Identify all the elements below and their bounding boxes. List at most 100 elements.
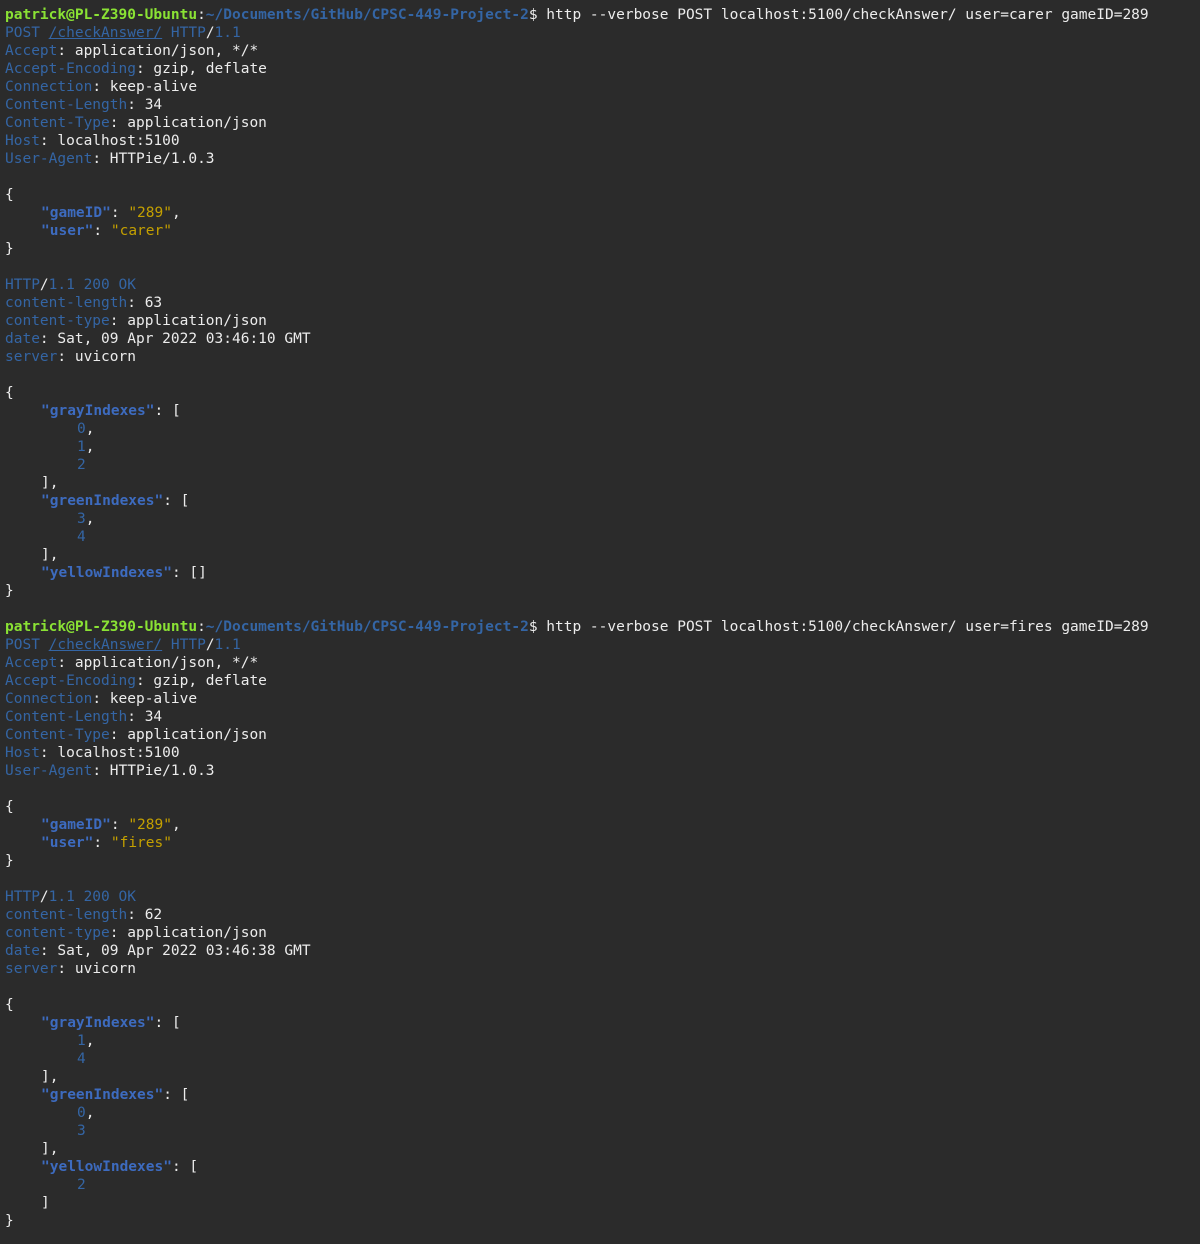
protocol: HTTP (170, 25, 206, 41)
json-array-item: 3, (77, 511, 95, 527)
json-key: "yellowIndexes" (41, 1159, 172, 1175)
header-key: Accept-Encoding (5, 61, 136, 77)
json-number: 2 (77, 1177, 86, 1193)
protocol-slash: / (39, 889, 49, 905)
json-array-item: 0, (77, 1105, 95, 1121)
http-method: POST (5, 25, 40, 41)
json-array-close: ] (41, 1195, 50, 1211)
header-value: Sat, 09 Apr 2022 03:46:38 GMT (57, 943, 311, 959)
header-key: Accept (5, 655, 58, 671)
json-string: "carer" (110, 223, 172, 239)
json-array-open: "yellowIndexes": [ (41, 1159, 199, 1175)
json-array-item: 1, (77, 439, 95, 455)
json-key: "greenIndexes" (41, 1087, 164, 1103)
header-line: content-type: application/json (5, 925, 267, 941)
json-open-brace: { (5, 799, 14, 815)
header-line: User-Agent: HTTPie/1.0.3 (5, 763, 215, 779)
protocol: HTTP (170, 637, 206, 653)
json-number: 4 (77, 1051, 86, 1067)
header-value: Sat, 09 Apr 2022 03:46:10 GMT (57, 331, 311, 347)
json-array-open: "grayIndexes": [ (41, 403, 181, 419)
json-array-open: "greenIndexes": [ (41, 1087, 190, 1103)
json-entry: "gameID": "289", (41, 205, 181, 221)
header-value: application/json, */* (74, 655, 259, 671)
protocol: HTTP (5, 277, 40, 293)
json-close-brace: } (5, 583, 14, 599)
json-empty-array: [] (189, 565, 207, 581)
status-text: 1.1 200 OK (48, 889, 136, 905)
protocol-version: 1.1 (214, 25, 241, 41)
header-line: server: uvicorn (5, 349, 136, 365)
prompt-path: ~/Documents/GitHub/CPSC-449-Project-2 (205, 619, 529, 635)
json-entry: "user": "carer" (41, 223, 172, 239)
protocol-version: 1.1 (214, 637, 241, 653)
json-number: 1 (77, 439, 86, 455)
header-value: 34 (144, 97, 163, 113)
response-status-line: HTTP/1.1 200 OK (5, 888, 1200, 906)
header-key: content-length (5, 295, 128, 311)
json-string: "289" (128, 817, 172, 833)
header-value: localhost:5100 (57, 745, 180, 761)
header-key: Host (5, 745, 40, 761)
json-array-close: ], (41, 1141, 59, 1157)
header-value: HTTPie/1.0.3 (109, 151, 215, 167)
header-value: gzip, deflate (153, 673, 267, 689)
json-array-item: 3 (5, 1122, 1200, 1140)
request-line: POST /checkAnswer/ HTTP/1.1 (5, 636, 1200, 654)
terminal-window[interactable]: patrick@PL-Z390-Ubuntu:~/Documents/GitHu… (0, 0, 1200, 1244)
json-array-close: ], (41, 475, 59, 491)
header-key: server (5, 349, 58, 365)
header-key: content-type (5, 925, 110, 941)
json-entry: "user": "fires" (41, 835, 172, 851)
json-array-item: 4 (5, 528, 1200, 546)
header-line: Accept-Encoding: gzip, deflate (5, 61, 267, 77)
json-close-brace: } (5, 1213, 14, 1229)
json-array-open: "greenIndexes": [ (41, 493, 190, 509)
header-value: 34 (144, 709, 163, 725)
command-text: http --verbose POST localhost:5100/check… (537, 619, 1149, 635)
header-key: date (5, 943, 40, 959)
header-value: application/json (127, 313, 267, 329)
json-number: 3 (77, 511, 86, 527)
header-value: uvicorn (74, 961, 136, 977)
request-path: /checkAnswer/ (48, 637, 163, 653)
header-line: Connection: keep-alive (5, 691, 198, 707)
header-line: date: Sat, 09 Apr 2022 03:46:10 GMT (5, 331, 311, 347)
prompt-colon: : (197, 619, 206, 635)
prompt-symbol: $ (528, 7, 538, 23)
header-value: keep-alive (109, 79, 198, 95)
response-status-line: HTTP/1.1 200 OK (5, 276, 1200, 294)
prompt-path: ~/Documents/GitHub/CPSC-449-Project-2 (205, 7, 529, 23)
json-array-item: 2 (5, 1176, 1200, 1194)
json-array-item: 1, (77, 1033, 95, 1049)
protocol-slash: / (39, 277, 49, 293)
header-key: content-length (5, 907, 128, 923)
json-key: "user" (41, 835, 94, 851)
header-key: Content-Length (5, 97, 128, 113)
request-line: POST /checkAnswer/ HTTP/1.1 (5, 24, 1200, 42)
header-value: 63 (144, 295, 163, 311)
header-value: application/json (127, 115, 267, 131)
json-key: "yellowIndexes" (41, 565, 172, 581)
header-key: User-Agent (5, 151, 93, 167)
header-key: Accept (5, 43, 58, 59)
header-line: Accept: application/json, */* (5, 43, 259, 59)
json-array-close: ], (41, 1069, 59, 1085)
header-value: keep-alive (109, 691, 198, 707)
header-key: Content-Type (5, 727, 110, 743)
json-array-item: 2 (5, 456, 1200, 474)
json-entry: "gameID": "289", (41, 817, 181, 833)
json-open-brace: { (5, 997, 14, 1013)
header-key: Connection (5, 691, 93, 707)
header-line: content-type: application/json (5, 313, 267, 329)
header-key: content-type (5, 313, 110, 329)
json-array-open: "grayIndexes": [ (41, 1015, 181, 1031)
json-string: "fires" (110, 835, 172, 851)
command-prompt: patrick@PL-Z390-Ubuntu:~/Documents/GitHu… (5, 618, 1200, 636)
header-value: HTTPie/1.0.3 (109, 763, 215, 779)
